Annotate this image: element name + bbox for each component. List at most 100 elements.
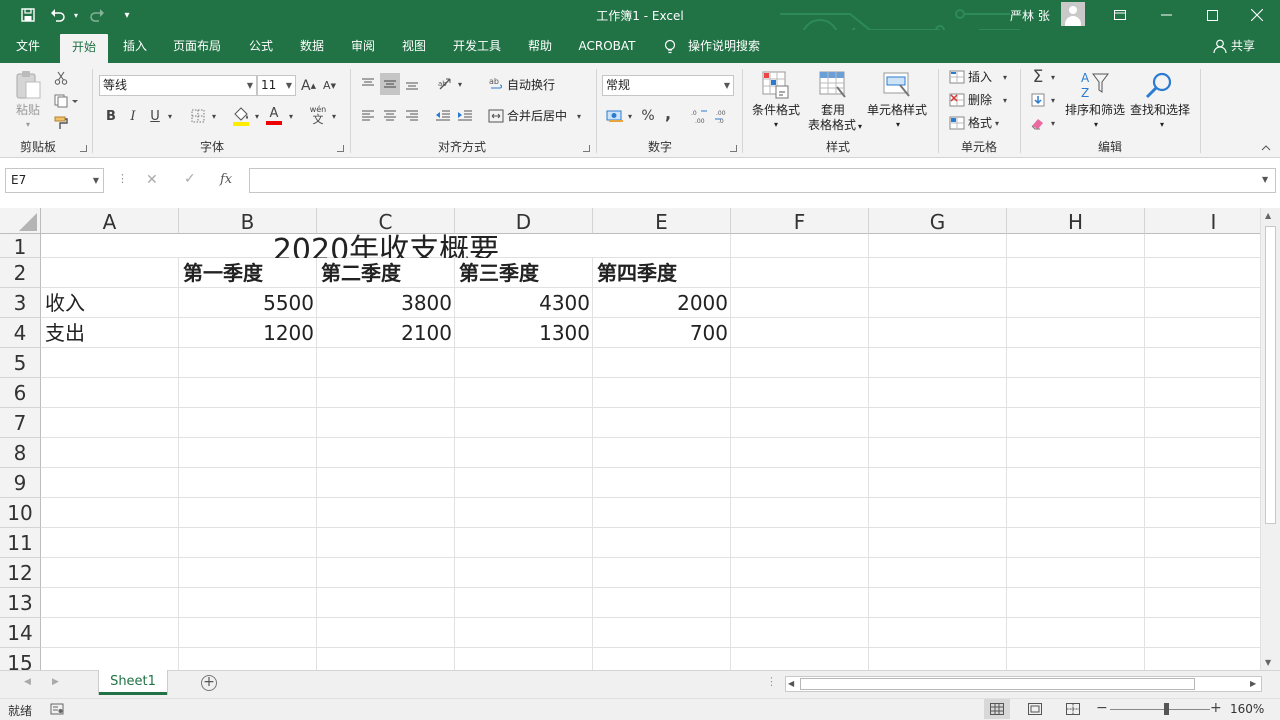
tab-file[interactable]: 文件: [6, 30, 50, 63]
fill-color-icon[interactable]: [231, 105, 251, 127]
next-sheet-icon[interactable]: ▶: [52, 677, 59, 687]
number-dialog-launcher[interactable]: [730, 145, 737, 152]
tab-insert[interactable]: 插入: [114, 30, 156, 63]
paste-label[interactable]: 粘贴: [13, 103, 43, 118]
horizontal-scrollbar[interactable]: ◀ ▶: [785, 676, 1262, 692]
orientation-icon[interactable]: ab: [436, 73, 456, 95]
find-select-label[interactable]: 查找和选择: [1128, 103, 1192, 118]
borders-dropdown-icon[interactable]: ▾: [209, 107, 219, 125]
zoom-level[interactable]: 160%: [1230, 702, 1264, 716]
font-color-dropdown-icon[interactable]: ▾: [286, 107, 296, 125]
decrease-indent-icon[interactable]: [433, 106, 453, 126]
lightbulb-icon[interactable]: [662, 30, 678, 63]
row-header-8[interactable]: 8: [0, 438, 41, 468]
avatar[interactable]: [1061, 2, 1085, 26]
clipboard-dialog-launcher[interactable]: [80, 145, 87, 152]
orientation-dropdown-icon[interactable]: ▾: [455, 73, 465, 95]
cell-c4[interactable]: 2100: [317, 318, 455, 348]
ribbon-display-options-icon[interactable]: [1097, 0, 1143, 30]
font-size-combo[interactable]: 11 ▼: [257, 75, 296, 96]
horizontal-scroll-thumb[interactable]: [800, 678, 1195, 690]
increase-decimal-icon[interactable]: .0.00: [690, 106, 710, 126]
page-break-view-icon[interactable]: [1066, 703, 1080, 718]
format-cells-icon[interactable]: [948, 114, 966, 132]
cell-styles-label[interactable]: 单元格样式: [864, 103, 930, 118]
cell-d3[interactable]: 4300: [455, 288, 593, 318]
row-header-5[interactable]: 5: [0, 348, 41, 378]
zoom-in-icon[interactable]: +: [1210, 700, 1222, 716]
font-name-combo[interactable]: 等线 ▼: [99, 75, 257, 96]
previous-sheet-icon[interactable]: ◀: [24, 677, 31, 687]
align-center-icon[interactable]: [380, 106, 400, 126]
format-as-table-label1[interactable]: 套用: [810, 103, 856, 118]
insert-cells-button[interactable]: 插入: [968, 69, 992, 85]
customize-qat-icon[interactable]: ▾: [114, 0, 140, 30]
underline-dropdown-icon[interactable]: ▾: [165, 107, 175, 125]
delete-cells-icon[interactable]: [948, 91, 966, 109]
collapse-ribbon-icon[interactable]: [1258, 141, 1274, 155]
tab-page-layout[interactable]: 页面布局: [164, 30, 230, 63]
tab-developer[interactable]: 开发工具: [444, 30, 510, 63]
worksheet-grid[interactable]: A B C D E F G H I 1 2 3 4 5 6 7 8 9 10 1…: [0, 208, 1260, 670]
sort-filter-icon[interactable]: AZ: [1078, 69, 1110, 101]
autosum-dropdown-icon[interactable]: ▾: [1048, 67, 1058, 87]
cell-a3[interactable]: 收入: [41, 288, 179, 318]
clear-icon[interactable]: [1029, 114, 1047, 132]
cell-e4[interactable]: 700: [593, 318, 731, 348]
paste-icon[interactable]: [13, 69, 43, 101]
cell-d4[interactable]: 1300: [455, 318, 593, 348]
cell-e3[interactable]: 2000: [593, 288, 731, 318]
conditional-formatting-icon[interactable]: [760, 69, 792, 101]
row-header-9[interactable]: 9: [0, 468, 41, 498]
page-layout-view-icon[interactable]: [1028, 703, 1042, 718]
format-dropdown-icon[interactable]: ▾: [992, 114, 1002, 132]
wrap-text-icon[interactable]: ab: [488, 74, 504, 94]
cell-d2[interactable]: 第三季度: [455, 258, 593, 288]
row-header-14[interactable]: 14: [0, 618, 41, 648]
increase-indent-icon[interactable]: [455, 106, 475, 126]
row-header-1[interactable]: 1: [0, 234, 41, 259]
insert-dropdown-icon[interactable]: ▾: [1000, 68, 1010, 86]
row-header-3[interactable]: 3: [0, 288, 41, 318]
cell-styles-dropdown-icon[interactable]: ▾: [893, 117, 903, 132]
clear-dropdown-icon[interactable]: ▾: [1048, 114, 1058, 132]
percent-button[interactable]: %: [640, 106, 656, 126]
zoom-out-icon[interactable]: −: [1096, 700, 1108, 716]
close-icon[interactable]: [1234, 0, 1280, 30]
merge-center-button[interactable]: 合并后居中: [507, 108, 567, 124]
select-all-button[interactable]: [0, 208, 41, 234]
insert-function-icon[interactable]: fx: [220, 172, 232, 187]
delete-dropdown-icon[interactable]: ▾: [1000, 91, 1010, 109]
cell-b4[interactable]: 1200: [179, 318, 317, 348]
grow-font-button[interactable]: A ▲: [300, 75, 317, 96]
sheet-tab-sheet1[interactable]: Sheet1: [99, 670, 167, 695]
name-box[interactable]: E7 ▼: [5, 168, 104, 193]
align-right-icon[interactable]: [402, 106, 422, 126]
alignment-dialog-launcher[interactable]: [583, 145, 590, 152]
format-as-table-label2[interactable]: 表格格式: [804, 118, 860, 133]
tab-acrobat[interactable]: ACROBAT: [572, 30, 642, 63]
tab-home[interactable]: 开始: [60, 34, 108, 63]
bold-button[interactable]: B: [102, 107, 120, 125]
user-name[interactable]: 严林 张: [1010, 7, 1050, 24]
borders-icon[interactable]: [188, 107, 208, 125]
share-button[interactable]: 共享: [1231, 30, 1255, 63]
row-header-4[interactable]: 4: [0, 318, 41, 348]
merge-dropdown-icon[interactable]: ▾: [574, 107, 584, 125]
scroll-left-icon[interactable]: ◀: [788, 677, 794, 691]
cell-b2[interactable]: 第一季度: [179, 258, 317, 288]
number-format-combo[interactable]: 常规 ▼: [602, 75, 734, 96]
format-cells-button[interactable]: 格式: [968, 115, 992, 131]
add-sheet-icon[interactable]: +: [201, 675, 217, 691]
column-header-c[interactable]: C: [317, 208, 455, 234]
scroll-up-icon[interactable]: ▲: [1265, 211, 1271, 220]
zoom-slider[interactable]: [1110, 709, 1210, 710]
wrap-text-button[interactable]: 自动换行: [507, 77, 555, 93]
cell-b3[interactable]: 5500: [179, 288, 317, 318]
scroll-down-icon[interactable]: ▼: [1265, 658, 1271, 667]
row-header-2[interactable]: 2: [0, 258, 41, 288]
vertical-scroll-thumb[interactable]: [1265, 226, 1276, 524]
bottom-align-icon[interactable]: [402, 73, 422, 95]
row-header-13[interactable]: 13: [0, 588, 41, 618]
row-header-6[interactable]: 6: [0, 378, 41, 408]
